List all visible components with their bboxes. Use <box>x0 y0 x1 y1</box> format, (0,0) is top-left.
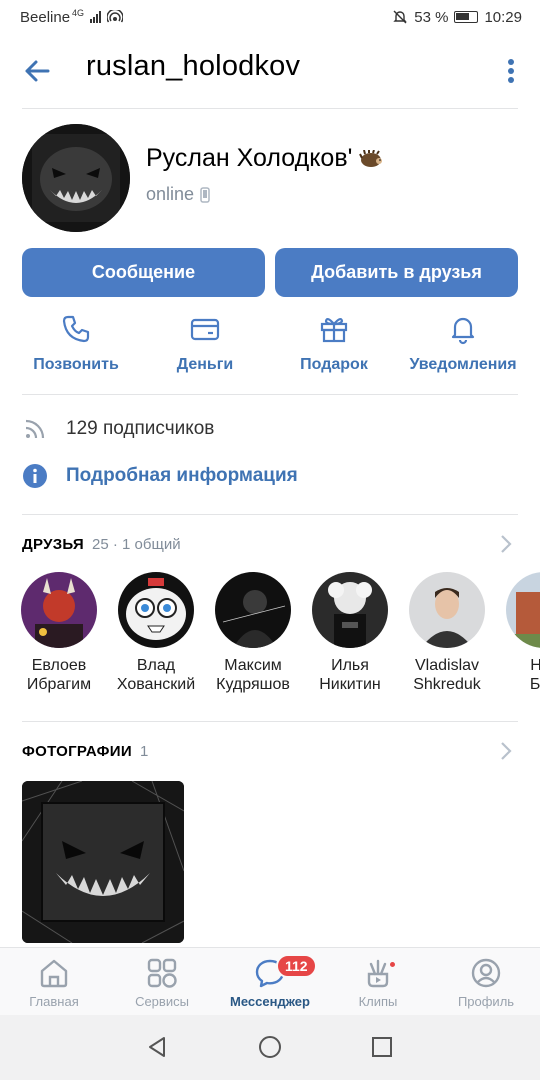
details-row[interactable]: Подробная информация <box>22 463 298 489</box>
back-arrow-icon[interactable] <box>22 56 52 86</box>
tab-messenger[interactable]: 112 Мессенджер <box>216 954 324 1009</box>
friend-item[interactable]: Максим Кудряшов <box>203 572 303 694</box>
info-icon <box>23 464 47 488</box>
mute-bell-icon <box>393 10 407 24</box>
clips-notification-dot <box>388 960 397 969</box>
photos-header[interactable]: ФОТОГРАФИИ 1 <box>22 742 518 760</box>
gift-label: Подарок <box>300 356 368 373</box>
friend-avatar <box>409 572 485 648</box>
call-label: Позвонить <box>33 356 119 373</box>
divider <box>22 394 518 395</box>
mobile-icon <box>200 186 210 203</box>
friend-last-name: Никитин <box>319 676 381 693</box>
divider <box>22 721 518 722</box>
services-icon <box>147 958 177 988</box>
bell-icon <box>451 317 475 345</box>
friend-avatar <box>506 572 540 648</box>
message-button[interactable]: Сообщение <box>22 248 265 297</box>
battery-icon <box>454 11 479 23</box>
home-icon <box>40 959 68 988</box>
photo-thumbnail[interactable] <box>22 781 184 943</box>
tab-messenger-label: Мессенджер <box>230 994 310 1009</box>
friends-header[interactable]: ДРУЗЬЯ 25 · 1 общий <box>22 535 518 553</box>
friend-first-name: Евлоев <box>31 657 87 674</box>
profile-avatar[interactable] <box>22 124 130 232</box>
friend-last-name: Хованский <box>116 676 196 693</box>
chevron-right-icon <box>501 535 512 553</box>
friends-list: Евлоев Ибрагим Влад Хованский Максим Куд… <box>0 572 540 702</box>
friend-avatar <box>118 572 194 648</box>
card-icon <box>190 318 220 341</box>
friend-avatar <box>312 572 388 648</box>
friend-first-name: Ник <box>530 657 540 674</box>
money-action[interactable]: Деньги <box>140 312 270 374</box>
bottom-tab-bar: Главная Сервисы 112 Мессенджер Клипы Про… <box>0 947 540 1015</box>
messenger-badge: 112 <box>276 954 317 978</box>
tab-clips-label: Клипы <box>358 994 398 1009</box>
add-friend-button[interactable]: Добавить в друзья <box>275 248 518 297</box>
subscribers-row[interactable]: 129 подписчиков <box>22 416 214 442</box>
friend-last-name: Ибрагим <box>26 676 92 693</box>
tab-services-label: Сервисы <box>135 994 189 1009</box>
friend-first-name: Vladislav <box>414 657 480 674</box>
nav-home-icon[interactable] <box>258 1035 282 1059</box>
friend-item[interactable]: Илья Никитин <box>300 572 400 694</box>
status-bar: Beeline 4G 53 % 10:29 <box>0 0 540 34</box>
details-link[interactable]: Подробная информация <box>66 465 298 487</box>
nav-recents-icon[interactable] <box>371 1036 393 1058</box>
tab-profile-label: Профиль <box>457 994 515 1009</box>
chevron-right-icon <box>501 742 512 760</box>
phone-icon <box>62 315 90 343</box>
friends-count: 25 · 1 общий <box>92 536 181 553</box>
friends-label: ДРУЗЬЯ <box>22 536 85 553</box>
profile-icon <box>471 958 501 988</box>
online-status: online <box>146 184 210 205</box>
friend-item[interactable]: Vladislav Shkreduk <box>397 572 497 694</box>
signal-icon <box>90 11 102 23</box>
tab-clips[interactable]: Клипы <box>324 956 432 1009</box>
tab-profile[interactable]: Профиль <box>432 956 540 1009</box>
friend-first-name: Максим <box>224 657 282 674</box>
profile-header: ruslan_holodkov <box>0 34 540 108</box>
tab-home[interactable]: Главная <box>0 956 108 1009</box>
friend-last-name: Бор <box>529 676 540 693</box>
friend-last-name: Кудряшов <box>216 676 290 693</box>
carrier-label: Beeline <box>20 8 71 26</box>
notifications-label: Уведомления <box>409 356 517 373</box>
hedgehog-emoji-icon <box>359 150 383 168</box>
clock: 10:29 <box>484 8 522 26</box>
friend-item[interactable]: Влад Хованский <box>106 572 206 694</box>
friend-first-name: Влад <box>136 657 176 674</box>
friend-item[interactable]: Ник Бор <box>494 572 540 694</box>
hotspot-icon <box>107 10 124 23</box>
page-title: ruslan_holodkov <box>86 50 301 82</box>
friend-item[interactable]: Евлоев Ибрагим <box>9 572 109 694</box>
system-navigation-bar <box>0 1015 540 1080</box>
divider <box>22 108 518 109</box>
profile-name: Руслан Холодков' <box>146 144 383 173</box>
subscribers-count: 129 подписчиков <box>66 418 215 439</box>
money-label: Деньги <box>176 356 234 373</box>
friend-last-name: Shkreduk <box>413 676 481 693</box>
photos-count: 1 <box>139 743 149 760</box>
tab-services[interactable]: Сервисы <box>108 956 216 1009</box>
quick-actions: Позвонить Деньги Подарок Уведомления <box>0 312 540 384</box>
friend-avatar <box>21 572 97 648</box>
call-action[interactable]: Позвонить <box>11 312 141 374</box>
gift-action[interactable]: Подарок <box>269 312 399 374</box>
tab-home-label: Главная <box>29 994 79 1009</box>
nav-back-icon[interactable] <box>146 1035 168 1059</box>
friend-avatar <box>215 572 291 648</box>
gift-icon <box>320 317 348 343</box>
friend-first-name: Илья <box>331 657 369 674</box>
divider <box>22 514 518 515</box>
notifications-action[interactable]: Уведомления <box>398 312 528 374</box>
battery-percent: 53 % <box>414 8 449 26</box>
profile-name-text: Руслан Холодков' <box>146 144 353 172</box>
network-label: 4G <box>72 8 85 18</box>
more-options-icon[interactable] <box>506 56 516 86</box>
photos-label: ФОТОГРАФИИ <box>22 743 132 760</box>
rss-icon <box>25 419 45 439</box>
online-status-text: online <box>146 184 195 204</box>
